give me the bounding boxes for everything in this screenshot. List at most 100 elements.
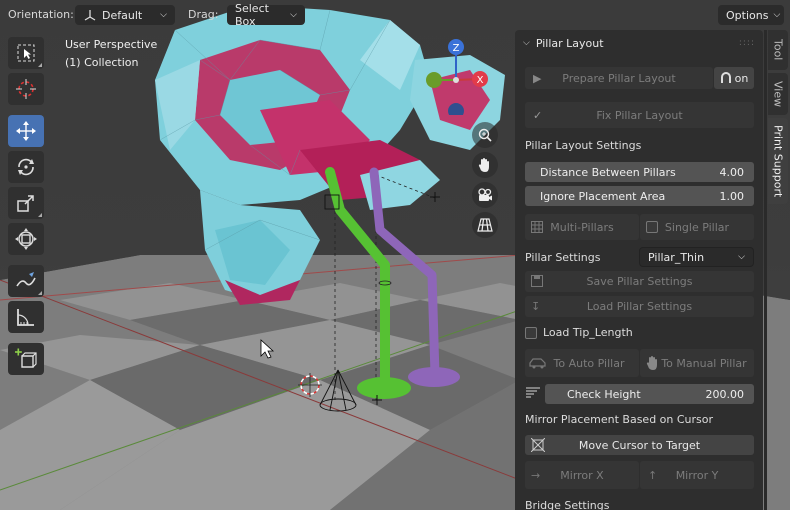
car-icon [529, 358, 546, 369]
load-tip-label: Load Tip_Length [543, 326, 633, 339]
orientation-dropdown[interactable]: Default ⌵ [75, 5, 175, 25]
viewport-perspective-label: User Perspective [65, 38, 158, 51]
grid-icon [531, 221, 543, 233]
distance-label: Distance Between Pillars [540, 165, 676, 179]
multi-pillars-label: Multi-Pillars [550, 220, 614, 234]
add-cube-icon [15, 348, 37, 368]
transform-tool[interactable] [8, 223, 44, 255]
chevron-down-icon: ⌵ [738, 252, 745, 262]
arrow-up-icon: ↑ [648, 468, 658, 482]
move-tool[interactable] [8, 115, 44, 147]
check-height-value: 200.00 [705, 387, 745, 401]
distance-between-pillars-field[interactable]: Distance Between Pillars 4.00 [525, 162, 754, 182]
panel-title: Pillar Layout [535, 36, 604, 50]
mirror-x-button[interactable]: → Mirror X [525, 461, 639, 489]
play-icon: ▶ [533, 71, 542, 85]
mirror-heading: Mirror Placement Based on Cursor [525, 413, 714, 426]
cursor-icon [16, 79, 36, 99]
tab-print-support-label: Print Support [771, 124, 785, 198]
check-height-label: Check Height [567, 387, 641, 401]
grid-perspective-icon[interactable] [472, 212, 498, 238]
panel-header[interactable]: ⌵ Pillar Layout :::: [515, 30, 763, 56]
layout-settings-heading: Pillar Layout Settings [525, 139, 642, 152]
measure-tool[interactable] [8, 301, 44, 333]
zoom-icon[interactable] [472, 122, 498, 148]
mirror-y-button[interactable]: ↑ Mirror Y [640, 461, 754, 489]
checkmark-icon: ✓ [533, 108, 543, 122]
annotate-pen-icon [16, 272, 36, 287]
align-lines-icon [526, 387, 540, 398]
download-icon: ↧ [531, 300, 541, 313]
sidebar-tabs: Tool View Print Support [768, 30, 790, 207]
save-icon [531, 275, 543, 287]
save-settings-label: Save Pillar Settings [586, 275, 693, 288]
drag-label: Drag: [188, 8, 219, 21]
chevron-down-icon: ⌵ [160, 10, 167, 20]
add-cube-tool[interactable] [8, 343, 44, 375]
options-label: Options [726, 8, 769, 22]
magnet-icon [720, 72, 731, 83]
fix-pillar-layout-button[interactable]: ✓ Fix Pillar Layout [525, 102, 754, 128]
scale-icon [17, 195, 34, 212]
check-height-field[interactable]: Check Height 200.00 [545, 384, 754, 404]
move-arrows-icon [16, 121, 36, 141]
sidebar-panel: ⌵ Pillar Layout :::: ▶ Prepare Pillar La… [515, 30, 763, 510]
toggle-on-label: on [734, 71, 749, 85]
bridge-heading: Bridge Settings [525, 499, 610, 510]
pillar-settings-label: Pillar Settings [525, 251, 601, 264]
panel-scrollbar[interactable] [764, 30, 767, 510]
load-tip-length-checkbox[interactable]: Load Tip_Length [525, 326, 633, 339]
move-cursor-to-target-button[interactable]: Move Cursor to Target [525, 435, 754, 455]
camera-icon[interactable] [472, 182, 498, 208]
orientation-label: Orientation: [8, 8, 74, 21]
pillar-settings-value: Pillar_Thin [648, 250, 705, 264]
viewport-collection-label: (1) Collection [65, 56, 139, 69]
tab-print-support[interactable]: Print Support [768, 118, 788, 204]
arrow-right-icon: → [531, 468, 541, 482]
square-icon [646, 221, 658, 233]
cursor-tool[interactable] [8, 73, 44, 105]
tab-tool[interactable]: Tool [768, 30, 788, 70]
scale-tool[interactable] [8, 187, 44, 219]
chevron-down-icon: ⌵ [523, 38, 530, 48]
toggle-on-button[interactable]: on [714, 67, 754, 89]
rotate-icon [18, 158, 34, 176]
mirror-x-label: Mirror X [560, 468, 604, 482]
drag-dropdown[interactable]: Select Box ⌵ [227, 2, 305, 28]
chevron-down-icon: ⌵ [290, 10, 297, 20]
tab-tool-label: Tool [771, 39, 785, 61]
pillar-settings-dropdown[interactable]: Pillar_Thin ⌵ [639, 247, 754, 267]
viewport-header: Orientation: Default ⌵ Drag: Select Box … [0, 0, 790, 30]
to-manual-pillar-button[interactable]: To Manual Pillar [640, 349, 754, 377]
options-dropdown[interactable]: Options ⌵ [718, 5, 784, 25]
single-pillar-label: Single Pillar [664, 220, 730, 234]
measure-ruler-icon [17, 309, 34, 326]
select-box-tool[interactable] [8, 37, 44, 69]
multi-pillars-button[interactable]: Multi-Pillars [525, 214, 639, 240]
to-auto-pillar-button[interactable]: To Auto Pillar [525, 349, 639, 377]
ignore-value: 1.00 [719, 189, 745, 203]
distance-value: 4.00 [719, 165, 745, 179]
rotate-tool[interactable] [8, 151, 44, 183]
tool-shelf [8, 37, 46, 379]
fix-pillar-layout-label: Fix Pillar Layout [596, 108, 683, 122]
hand-icon [646, 356, 657, 370]
mirror-y-label: Mirror Y [675, 468, 719, 482]
checkbox-icon [525, 326, 537, 339]
tab-view[interactable]: View [768, 73, 788, 115]
pan-hand-icon[interactable] [472, 152, 498, 178]
orientation-axes-icon [84, 10, 96, 21]
save-pillar-settings-button[interactable]: Save Pillar Settings [525, 271, 754, 292]
load-pillar-settings-button[interactable]: ↧ Load Pillar Settings [525, 296, 754, 317]
single-pillar-button[interactable]: Single Pillar [640, 214, 754, 240]
transform-icon [15, 228, 37, 250]
to-manual-label: To Manual Pillar [661, 356, 747, 370]
move-cursor-label: Move Cursor to Target [578, 438, 701, 452]
load-settings-label: Load Pillar Settings [586, 300, 693, 313]
annotate-tool[interactable] [8, 265, 44, 297]
chevron-down-icon: ⌵ [773, 10, 781, 20]
ignore-placement-area-field[interactable]: Ignore Placement Area 1.00 [525, 186, 754, 206]
prepare-pillar-layout-button[interactable]: ▶ Prepare Pillar Layout [525, 67, 713, 89]
navigation-gizmo[interactable]: Z X [420, 35, 500, 115]
drag-grip-icon[interactable]: :::: [739, 38, 755, 48]
